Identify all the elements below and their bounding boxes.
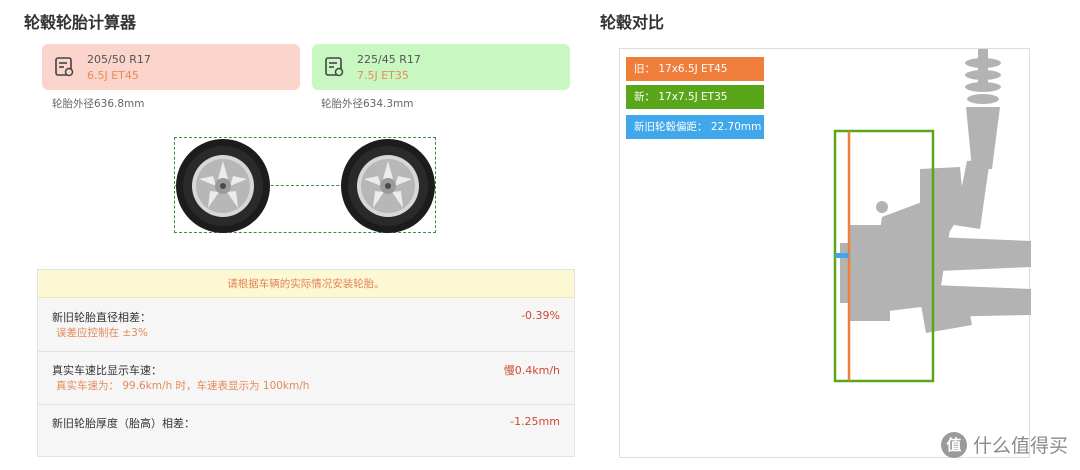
old-rim-spec: 6.5J ET45 [87, 69, 139, 82]
new-tire-diameter: 轮胎外径634.3mm [321, 98, 414, 110]
offset-indicator [835, 253, 849, 258]
new-tire-card[interactable]: 225/45 R17 7.5J ET35 [312, 44, 570, 90]
result-row: 真实车速比显示车速： 真实车速为： 99.6km/h 时，车速表显示为 100k… [38, 352, 574, 405]
result-value: -1.25mm [510, 415, 560, 428]
calculator-title: 轮毂轮胎计算器 [24, 13, 137, 32]
watermark-text: 什么值得买 [972, 435, 1068, 457]
new-rim-spec: 7.5J ET35 [357, 69, 409, 82]
old-tire-size: 205/50 R17 [87, 53, 151, 66]
legend-old-wheel: 旧： 17x6.5J ET45 [626, 57, 764, 81]
legend-new-wheel: 新： 17x7.5J ET35 [626, 85, 764, 109]
legend-offset: 新旧轮毂偏距： 22.70mm [626, 115, 764, 139]
result-value: 慢0.4km/h [503, 364, 560, 377]
results-panel: 请根据车辆的实际情况安装轮胎。 新旧轮胎直径相差： 误差应控制在 ±3% -0.… [37, 269, 575, 457]
result-row: 新旧轮胎直径相差： 误差应控制在 ±3% -0.39% [38, 299, 574, 352]
suspension-illustration [833, 49, 1031, 383]
old-tire-diameter: 轮胎外径636.8mm [52, 98, 145, 110]
tire-spec-icon [55, 57, 74, 77]
smzdm-logo-icon: 值 [940, 431, 967, 458]
old-wheel-icon [176, 139, 270, 233]
result-label: 新旧轮胎直径相差： [52, 311, 151, 324]
old-tire-card[interactable]: 205/50 R17 6.5J ET45 [42, 44, 300, 90]
result-note: 误差应控制在 ±3% [56, 327, 148, 339]
install-notice: 请根据车辆的实际情况安装轮胎。 [38, 270, 574, 298]
result-note: 真实车速为： 99.6km/h 时，车速表显示为 100km/h [56, 380, 310, 392]
result-label: 真实车速比显示车速： [52, 364, 162, 377]
wheel-comparison-diagram: 旧： 17x6.5J ET45 新： 17x7.5J ET35 新旧轮毂偏距： … [619, 48, 1031, 458]
new-wheel-icon [341, 139, 435, 233]
result-value: -0.39% [521, 309, 560, 322]
watermark: 值 什么值得买 [940, 431, 1068, 458]
wheel-size-preview [174, 137, 436, 233]
comparison-title: 轮毂对比 [600, 13, 665, 32]
new-tire-size: 225/45 R17 [357, 53, 421, 66]
result-label: 新旧轮胎厚度（胎高）相差： [52, 417, 195, 430]
tire-spec-icon [325, 57, 344, 77]
result-row: 新旧轮胎厚度（胎高）相差： -1.25mm [38, 405, 574, 457]
